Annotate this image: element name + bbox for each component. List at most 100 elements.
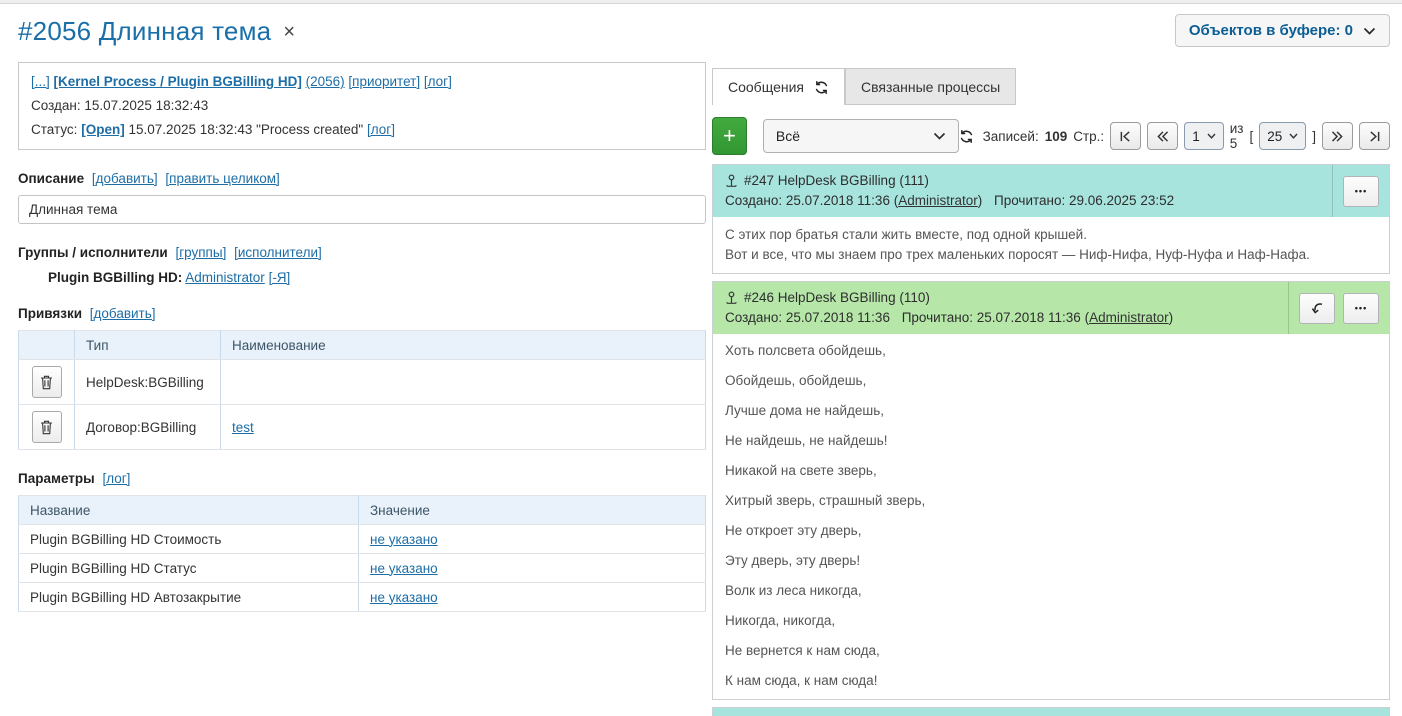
parameters-heading-label: Параметры [18,471,95,486]
message-actions: ••• [1288,282,1389,334]
remove-me-link[interactable]: [-Я] [269,270,291,285]
filter-select-value: Всё [776,128,800,144]
parameter-value-link[interactable]: не указано [370,532,438,547]
description-add-link[interactable]: [добавить] [92,171,158,186]
more-actions-button[interactable]: ••• [1343,293,1379,324]
refresh-icon[interactable] [959,129,974,144]
prev-page-button[interactable] [1147,122,1178,150]
first-page-button[interactable] [1110,122,1141,150]
process-id-link[interactable]: (2056) [306,74,345,89]
priority-link[interactable]: [приоритет] [348,74,420,89]
parameters-col-name: Название [19,496,359,525]
message-line: Никогда, никогда, [725,612,1377,629]
page-size-select[interactable]: 25 [1259,122,1306,150]
log-link[interactable]: [лог] [424,74,452,89]
page-number-value: 1 [1192,129,1200,144]
delete-binding-button[interactable] [32,411,62,443]
more-icon: ••• [1355,186,1367,196]
expand-link[interactable]: [...] [31,74,50,89]
parameter-value-link[interactable]: не указано [370,561,438,576]
message-line: Хитрый зверь, страшный зверь, [725,492,1377,509]
messages-toolbar: + Всё Записей: 109 Стр.: 1 [712,117,1390,155]
page-number-select[interactable]: 1 [1184,122,1224,150]
bracket-open: [ [1249,129,1253,144]
tab-related-label: Связанные процессы [861,79,1000,95]
groups-heading: Группы / исполнители [группы] [исполните… [18,245,706,260]
refresh-icon[interactable] [814,80,829,95]
bindings-col-actions [19,331,75,360]
last-page-button[interactable] [1359,122,1390,150]
parameters-table: Название Значение Plugin BGBilling HD Ст… [18,495,706,612]
add-message-button[interactable]: + [712,117,747,155]
parameters-header-row: Название Значение [19,496,706,525]
message-meta-line: Создано: 25.07.2018 11:36 Прочитано: 25.… [725,308,1276,328]
buffer-button[interactable]: Объектов в буфере: 0 [1175,14,1390,47]
page-size-value: 25 [1267,129,1282,144]
reply-button[interactable] [1299,293,1335,324]
binding-type: HelpDesk:BGBilling [75,360,221,405]
message-line: Не откроет эту дверь, [725,522,1377,539]
message-author-link[interactable]: Administrator [1089,310,1169,325]
message-created: Создано: 25.07.2018 11:36 [725,310,890,325]
tab-messages-label: Сообщения [728,79,804,95]
description-input[interactable] [18,195,706,224]
message-header: #246 HelpDesk BGBilling (110) Создано: 2… [713,282,1389,334]
status-text: 15.07.2025 18:32:43 "Process created" [128,122,363,137]
more-actions-button[interactable]: ••• [1343,176,1379,207]
more-icon: ••• [1355,303,1367,313]
parameters-col-value: Значение [359,496,706,525]
message-body: Хоть полсвета обойдешь, Обойдешь, обойде… [713,334,1389,699]
status-log-link[interactable]: [лог] [367,122,395,137]
delete-binding-button[interactable] [32,366,62,398]
plus-icon: + [723,125,736,147]
close-icon[interactable]: × [283,22,295,42]
status-line: Статус: [Open] 15.07.2025 18:32:43 "Proc… [31,118,693,142]
records-count: 109 [1045,129,1068,144]
message-list: #247 HelpDesk BGBilling (111) Создано: 2… [712,164,1390,716]
first-page-icon [1119,131,1132,142]
message-line: Эту дверь, эту дверь! [725,552,1377,569]
message-line: Хоть полсвета обойдешь, [725,342,1377,359]
binding-name [221,360,706,405]
process-info-box: [...] [Kernel Process / Plugin BGBilling… [18,62,706,150]
message-author-link[interactable]: Administrator [898,193,978,208]
parameters-log-link[interactable]: [лог] [102,471,130,486]
message-line: Лучше дома не найдешь, [725,402,1377,419]
message-line: Вот и все, что мы знаем про трех маленьк… [725,245,1377,265]
executor-row: Plugin BGBilling HD: Administrator [-Я] [18,270,706,285]
last-page-icon [1368,131,1381,142]
bindings-add-link[interactable]: [добавить] [90,306,156,321]
message-title: #247 HelpDesk BGBilling (111) [744,171,929,191]
groups-link[interactable]: [группы] [175,245,226,260]
pages-total-label: из 5 [1230,121,1244,151]
executors-link[interactable]: [исполнители] [234,245,322,260]
bindings-col-name: Наименование [221,331,706,360]
message-created-suffix: ) [978,193,983,208]
message-line: Волк из леса никогда, [725,582,1377,599]
executor-user-link[interactable]: Administrator [185,270,265,285]
filter-select[interactable]: Всё [763,119,959,153]
message-read: Прочитано: 29.06.2025 23:52 [994,193,1174,208]
parameter-value-link[interactable]: не указано [370,590,438,605]
description-edit-link[interactable]: [править целиком] [165,171,279,186]
message-line: К нам сюда, к нам сюда! [725,672,1377,689]
status-label: Статус: [31,122,77,137]
message-line: Не найдешь, не найдешь! [725,432,1377,449]
binding-name-link[interactable]: test [232,420,254,435]
bindings-table: Тип Наименование HelpDesk:BGBilling [18,330,706,450]
status-open-link[interactable]: [Open] [81,122,125,137]
pagination: Записей: 109 Стр.: 1 из 5 [ 25 ] [959,121,1390,151]
process-type-link[interactable]: [Kernel Process / Plugin BGBilling HD] [54,74,302,89]
bindings-header-row: Тип Наименование [19,331,706,360]
parameters-heading: Параметры [лог] [18,471,706,486]
chevron-down-icon [1289,133,1298,139]
pin-icon [725,291,738,305]
tab-messages[interactable]: Сообщения [712,68,845,105]
tab-related-processes[interactable]: Связанные процессы [845,68,1016,105]
page-label: Стр.: [1073,129,1104,144]
records-label: Записей: [983,129,1039,144]
table-row: Договор:BGBilling test [19,405,706,450]
message-actions: ••• [1332,165,1389,217]
table-row: Plugin BGBilling HD Стоимость не указано [19,525,706,554]
next-page-button[interactable] [1322,122,1353,150]
